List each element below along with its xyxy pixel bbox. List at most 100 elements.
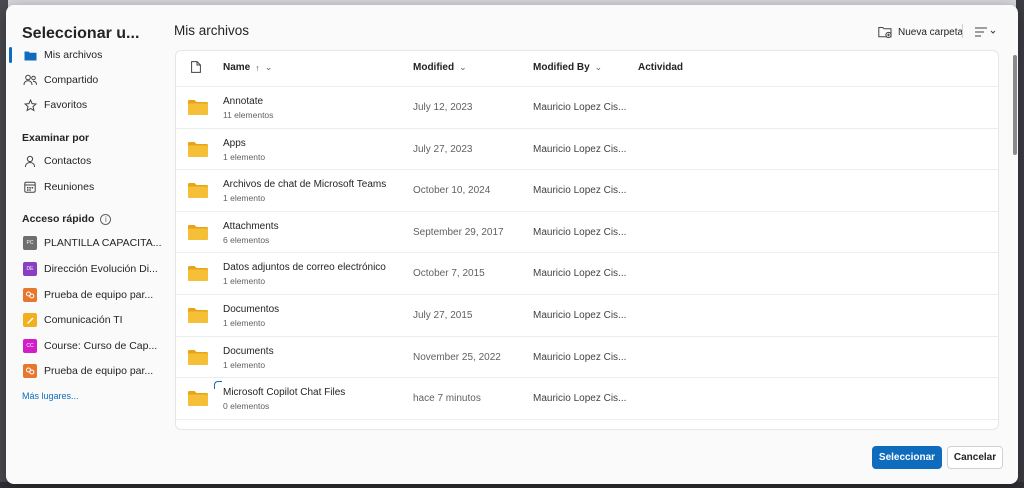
item-count: 0 elementos xyxy=(223,401,270,412)
item-count: 1 elemento xyxy=(223,151,266,162)
folder-icon xyxy=(188,100,208,115)
page-title: Mis archivos xyxy=(174,23,250,38)
new-folder-icon xyxy=(878,26,892,38)
sidebar-item-label: PLANTILLA CAPACITA... xyxy=(44,237,162,249)
sidebar-quick-item[interactable]: DE Dirección Evolución Di... xyxy=(6,257,164,281)
new-folder-button[interactable]: Nueva carpeta xyxy=(878,22,963,42)
folder-icon xyxy=(188,308,208,323)
sidebar-item-label: Mis archivos xyxy=(44,49,103,61)
column-activity-label: Actividad xyxy=(638,62,684,73)
sidebar-quick-item[interactable]: Prueba de equipo par... xyxy=(6,283,164,307)
file-name: Microsoft Copilot Chat Files xyxy=(223,387,346,399)
toolbar-divider xyxy=(962,24,963,38)
file-name: Attachments xyxy=(223,220,279,232)
column-modified-by-label: Modified By xyxy=(533,62,590,73)
modified-by: Mauricio Lopez Cis... xyxy=(533,351,627,363)
file-name: Apps xyxy=(223,137,246,149)
modified-date: October 7, 2015 xyxy=(413,268,485,280)
file-type-header[interactable] xyxy=(191,61,201,73)
column-modified-by[interactable]: Modified By ⌄ xyxy=(533,62,602,73)
file-name: Documents xyxy=(223,345,274,357)
sidebar-quick-item[interactable]: CC Course: Curso de Cap... xyxy=(6,334,164,358)
select-button[interactable]: Seleccionar xyxy=(872,446,942,469)
view-options-icon xyxy=(975,27,997,37)
table-row[interactable]: Microsoft Copilot Chat Files 0 elementos… xyxy=(176,378,998,420)
column-name-label: Name xyxy=(223,62,251,73)
modified-date: July 27, 2023 xyxy=(413,143,473,155)
person-icon xyxy=(23,154,37,168)
table-row[interactable]: Apps 1 elemento July 27, 2023 Mauricio L… xyxy=(176,129,998,171)
calendar-icon xyxy=(23,180,37,194)
folder-icon xyxy=(188,224,208,240)
modified-by: Mauricio Lopez Cis... xyxy=(533,185,627,197)
folder-icon xyxy=(23,48,37,62)
table-row[interactable]: Archivos de chat de Microsoft Teams 1 el… xyxy=(176,170,998,212)
item-count: 1 elemento xyxy=(223,318,266,328)
table-row[interactable]: Attachments 6 elementos September 29, 20… xyxy=(176,212,998,254)
modified-date: September 29, 2017 xyxy=(413,226,504,238)
folder-icon xyxy=(188,266,208,282)
table-row[interactable]: Datos adjuntos de correo electrónico 1 e… xyxy=(176,253,998,295)
file-picker-dialog: Seleccionar u... Mis archivos Compartido… xyxy=(6,5,1018,484)
browse-heading: Examinar por xyxy=(22,132,90,144)
view-options-button[interactable] xyxy=(975,22,997,42)
column-activity[interactable]: Actividad xyxy=(638,62,683,73)
folder-icon xyxy=(188,349,208,365)
folder-icon xyxy=(188,391,208,407)
item-count: 1 elemento xyxy=(223,193,266,204)
folder-icon xyxy=(188,141,208,157)
folder-icon xyxy=(188,183,208,199)
info-icon[interactable]: i xyxy=(100,213,112,225)
chevron-down-icon: ⌄ xyxy=(459,62,467,72)
modified-date: July 27, 2015 xyxy=(413,310,473,321)
pencil-icon xyxy=(23,313,37,327)
sidebar-item-label: Comunicación TI xyxy=(44,314,123,326)
file-icon xyxy=(191,61,201,73)
sidebar-quick-item[interactable]: Prueba de equipo par... xyxy=(6,359,164,383)
dialog-title: Seleccionar u... xyxy=(22,25,140,42)
file-name: Documentos xyxy=(223,304,280,315)
scrollbar-thumb[interactable] xyxy=(1013,55,1017,155)
quick-access-label: Acceso rápido xyxy=(22,213,95,225)
team-icon xyxy=(23,364,37,378)
more-places-link[interactable]: Más lugares... xyxy=(22,391,79,401)
quick-access-heading: Acceso rápido i xyxy=(22,213,112,225)
sidebar-item-label: Dirección Evolución Di... xyxy=(44,263,158,275)
sidebar-item-compartido[interactable]: Compartido xyxy=(6,68,164,92)
modified-date: October 10, 2024 xyxy=(413,185,491,197)
item-count: 1 elemento xyxy=(223,359,266,370)
site-badge-icon: PC xyxy=(23,236,37,250)
table-row[interactable]: Documentos 1 elemento July 27, 2015 Maur… xyxy=(176,295,998,337)
modified-by: Mauricio Lopez Cis... xyxy=(533,102,627,113)
modified-date: November 25, 2022 xyxy=(413,351,501,363)
sidebar-item-mis-archivos[interactable]: Mis archivos xyxy=(6,43,164,67)
sidebar-item-favoritos[interactable]: Favoritos xyxy=(6,93,164,117)
sidebar-item-label: Reuniones xyxy=(44,181,95,193)
sidebar-quick-item[interactable]: Comunicación TI xyxy=(6,308,164,332)
sidebar-item-label: Prueba de equipo par... xyxy=(44,365,154,377)
chevron-down-icon: ⌄ xyxy=(594,62,603,72)
file-name: Datos adjuntos de correo electrónico xyxy=(223,262,386,274)
column-modified[interactable]: Modified ⌄ xyxy=(413,62,467,73)
sidebar-item-reuniones[interactable]: Reuniones xyxy=(6,175,164,199)
modified-date: hace 7 minutos xyxy=(413,393,481,405)
sidebar-item-label: Prueba de equipo par... xyxy=(44,289,154,301)
file-name: Archivos de chat de Microsoft Teams xyxy=(223,179,387,191)
modified-by: Mauricio Lopez Cis... xyxy=(533,310,627,321)
cancel-button[interactable]: Cancelar xyxy=(947,446,1003,469)
sidebar-quick-item[interactable]: PC PLANTILLA CAPACITA... xyxy=(6,231,164,255)
sidebar-item-label: Compartido xyxy=(44,74,99,86)
sidebar-item-label: Contactos xyxy=(44,155,92,167)
new-folder-label: Nueva carpeta xyxy=(898,26,964,38)
table-row[interactable]: Annotate 11 elementos July 12, 2023 Maur… xyxy=(176,87,998,129)
modified-by: Mauricio Lopez Cis... xyxy=(533,268,627,280)
sidebar-item-contactos[interactable]: Contactos xyxy=(6,149,164,173)
site-badge-icon: CC xyxy=(23,339,37,353)
column-name[interactable]: Name ↑ ⌄ xyxy=(223,62,272,73)
chevron-down-icon: ⌄ xyxy=(264,62,273,72)
table-row[interactable]: Documents 1 elemento November 25, 2022 M… xyxy=(176,337,998,379)
file-name: Annotate xyxy=(223,96,264,107)
sort-ascending-icon: ↑ xyxy=(255,62,260,73)
file-list-header: Name ↑ ⌄ Modified ⌄ Modified By ⌄ Activi… xyxy=(176,51,998,87)
modified-date: July 12, 2023 xyxy=(413,102,473,113)
